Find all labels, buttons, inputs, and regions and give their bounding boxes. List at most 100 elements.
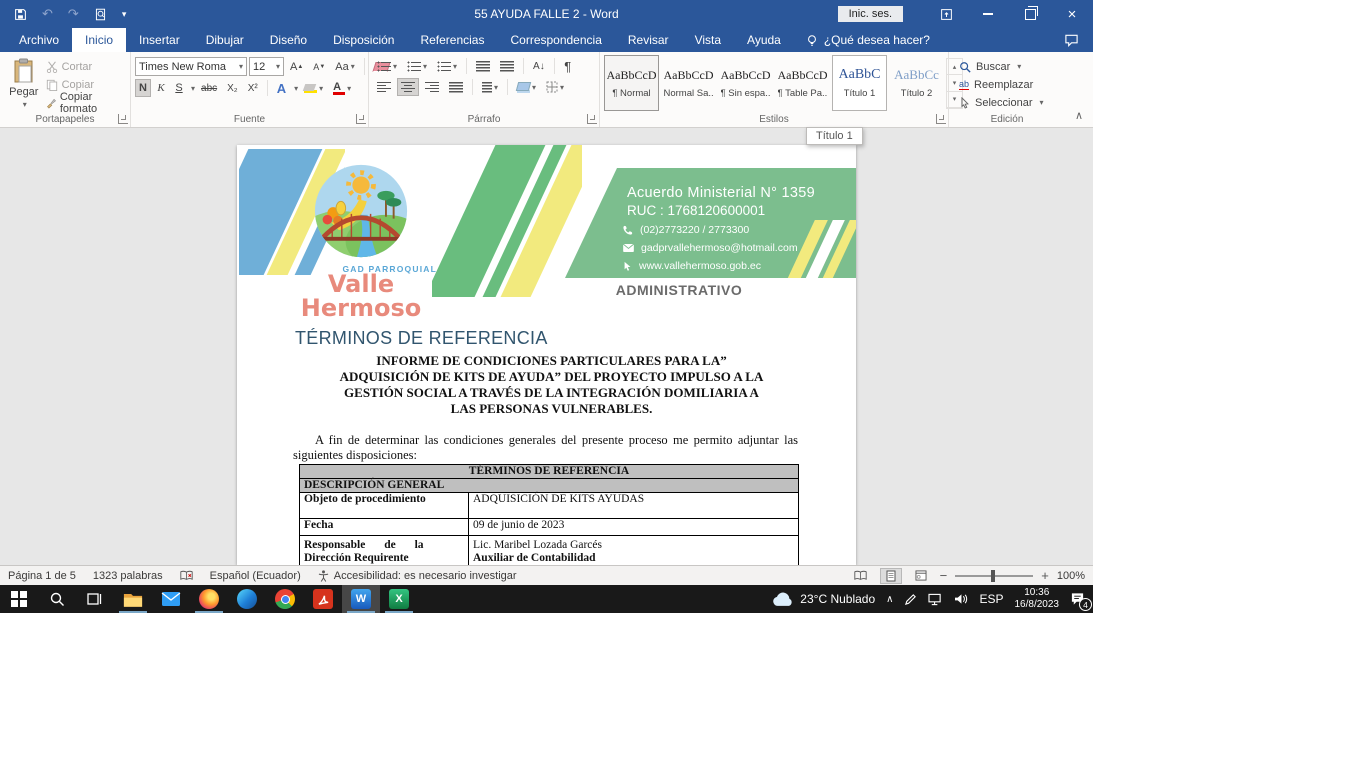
weather-widget[interactable]: 23°C Nublado xyxy=(772,592,875,607)
taskbar-chrome[interactable] xyxy=(266,585,304,613)
text-effects-dropdown-icon[interactable]: ▾ xyxy=(294,84,298,93)
taskbar-edge[interactable] xyxy=(228,585,266,613)
format-painter-button[interactable]: Copiar formato xyxy=(46,95,122,110)
task-view-button[interactable] xyxy=(76,585,114,613)
change-case-button[interactable]: Aa▾ xyxy=(331,58,358,76)
accessibility-status[interactable]: Accesibilidad: es necesario investigar xyxy=(318,570,517,582)
paragraph-dialog-launcher[interactable] xyxy=(587,114,597,124)
underline-button[interactable]: S xyxy=(171,79,187,97)
select-button[interactable]: Seleccionar ▾ xyxy=(959,95,1044,110)
zoom-handle[interactable] xyxy=(991,570,995,582)
pen-icon[interactable] xyxy=(904,593,917,606)
tab-vista[interactable]: Vista xyxy=(682,28,734,52)
style-normal[interactable]: AaBbCcDc ¶ Normal xyxy=(604,55,659,111)
cut-button[interactable]: Cortar xyxy=(46,59,122,74)
undo-icon[interactable]: ↶ xyxy=(42,6,53,22)
align-center-button[interactable] xyxy=(397,78,419,96)
taskbar-mail[interactable] xyxy=(152,585,190,613)
paste-button[interactable]: Pegar ▾ xyxy=(4,55,44,109)
taskbar-acrobat[interactable] xyxy=(304,585,342,613)
tell-me-box[interactable]: ¿Qué desea hacer? xyxy=(794,28,942,52)
word-count[interactable]: 1323 palabras xyxy=(93,570,163,582)
tab-disposicion[interactable]: Disposición xyxy=(320,28,407,52)
tab-correspondencia[interactable]: Correspondencia xyxy=(497,28,614,52)
network-icon[interactable] xyxy=(928,593,943,606)
zoom-in-button[interactable]: + xyxy=(1041,568,1049,583)
align-left-button[interactable] xyxy=(373,78,395,96)
underline-dropdown-icon[interactable]: ▾ xyxy=(191,84,195,93)
font-dialog-launcher[interactable] xyxy=(356,114,366,124)
taskbar-excel[interactable]: X xyxy=(380,585,418,613)
subscript-button[interactable]: X₂ xyxy=(223,79,242,97)
numbering-button[interactable]: ▾ xyxy=(403,57,431,75)
show-formatting-button[interactable]: ¶ xyxy=(560,57,576,75)
style-normal-sa[interactable]: AaBbCcDc Normal Sa... xyxy=(661,55,716,111)
strikethrough-button[interactable]: abc xyxy=(197,79,221,97)
style-table-pa[interactable]: AaBbCcD ¶ Table Pa... xyxy=(775,55,830,111)
save-icon[interactable] xyxy=(14,8,27,21)
language-indicator[interactable]: Español (Ecuador) xyxy=(210,570,301,582)
customize-qat-icon[interactable]: ▾ xyxy=(122,9,127,20)
web-layout-button[interactable] xyxy=(910,568,932,584)
bullets-button[interactable]: ▾ xyxy=(373,57,401,75)
collapse-ribbon-button[interactable]: ∧ xyxy=(1065,52,1093,127)
taskbar-search-button[interactable] xyxy=(38,585,76,613)
zoom-level[interactable]: 100% xyxy=(1057,570,1085,582)
tab-inicio[interactable]: Inicio xyxy=(72,28,126,52)
tab-ayuda[interactable]: Ayuda xyxy=(734,28,794,52)
grow-font-button[interactable]: A▲ xyxy=(286,58,307,76)
line-spacing-button[interactable]: ▾ xyxy=(478,78,502,96)
minimize-button[interactable] xyxy=(967,0,1009,28)
align-right-button[interactable] xyxy=(421,78,443,96)
close-button[interactable]: × xyxy=(1051,0,1093,28)
tray-chevron-up[interactable]: ∧ xyxy=(886,594,893,605)
sign-in-button[interactable]: Inic. ses. xyxy=(838,6,903,22)
zoom-slider[interactable] xyxy=(955,575,1033,577)
clock[interactable]: 10:36 16/8/2023 xyxy=(1015,587,1060,611)
increase-indent-button[interactable] xyxy=(496,57,518,75)
page-indicator[interactable]: Página 1 de 5 xyxy=(8,570,76,582)
highlight-button[interactable]: ▾ xyxy=(300,79,327,97)
tab-diseno[interactable]: Diseño xyxy=(257,28,320,52)
shading-button[interactable]: ▾ xyxy=(513,78,540,96)
redo-icon[interactable]: ↷ xyxy=(68,6,79,22)
sort-button[interactable]: A↓ xyxy=(529,57,549,75)
document-page[interactable]: GAD PARROQUIAL Valle Hermoso Acuerdo Min… xyxy=(237,145,856,565)
style-titulo-2[interactable]: AaBbCc Título 2 xyxy=(889,55,944,111)
tab-dibujar[interactable]: Dibujar xyxy=(193,28,257,52)
find-button[interactable]: Buscar ▾ xyxy=(959,59,1044,74)
style-sin-espaciado[interactable]: AaBbCcDc ¶ Sin espa... xyxy=(718,55,773,111)
font-color-button[interactable]: A▾ xyxy=(329,79,355,97)
comments-button[interactable] xyxy=(1064,28,1093,52)
styles-dialog-launcher[interactable] xyxy=(936,114,946,124)
justify-button[interactable] xyxy=(445,78,467,96)
volume-icon[interactable] xyxy=(954,593,968,605)
print-preview-icon[interactable] xyxy=(94,8,107,21)
replace-button[interactable]: ab Reemplazar xyxy=(959,77,1044,92)
multilevel-list-button[interactable]: ▾ xyxy=(433,57,461,75)
start-button[interactable] xyxy=(0,585,38,613)
tab-referencias[interactable]: Referencias xyxy=(407,28,497,52)
ribbon-display-options-button[interactable] xyxy=(925,0,967,28)
font-name-combobox[interactable]: Times New Roma ▾ xyxy=(135,57,247,76)
proofing-status[interactable] xyxy=(180,570,193,581)
taskbar-firefox[interactable] xyxy=(190,585,228,613)
decrease-indent-button[interactable] xyxy=(472,57,494,75)
restore-button[interactable] xyxy=(1009,0,1051,28)
tab-archivo[interactable]: Archivo xyxy=(6,28,72,52)
tab-revisar[interactable]: Revisar xyxy=(615,28,682,52)
style-titulo-1[interactable]: AaBbC Título 1 xyxy=(832,55,887,111)
notification-center-button[interactable]: 4 xyxy=(1070,592,1085,606)
tab-insertar[interactable]: Insertar xyxy=(126,28,193,52)
print-layout-button[interactable] xyxy=(880,568,902,584)
clipboard-dialog-launcher[interactable] xyxy=(118,114,128,124)
borders-button[interactable]: ▾ xyxy=(542,78,568,96)
taskbar-word[interactable]: W xyxy=(342,585,380,613)
keyboard-language[interactable]: ESP xyxy=(979,592,1003,606)
zoom-out-button[interactable]: − xyxy=(940,568,948,583)
text-effects-button[interactable]: A xyxy=(273,79,290,97)
font-size-combobox[interactable]: 12 ▾ xyxy=(249,57,284,76)
superscript-button[interactable]: X² xyxy=(244,79,262,97)
taskbar-file-explorer[interactable] xyxy=(114,585,152,613)
read-mode-button[interactable] xyxy=(850,568,872,584)
